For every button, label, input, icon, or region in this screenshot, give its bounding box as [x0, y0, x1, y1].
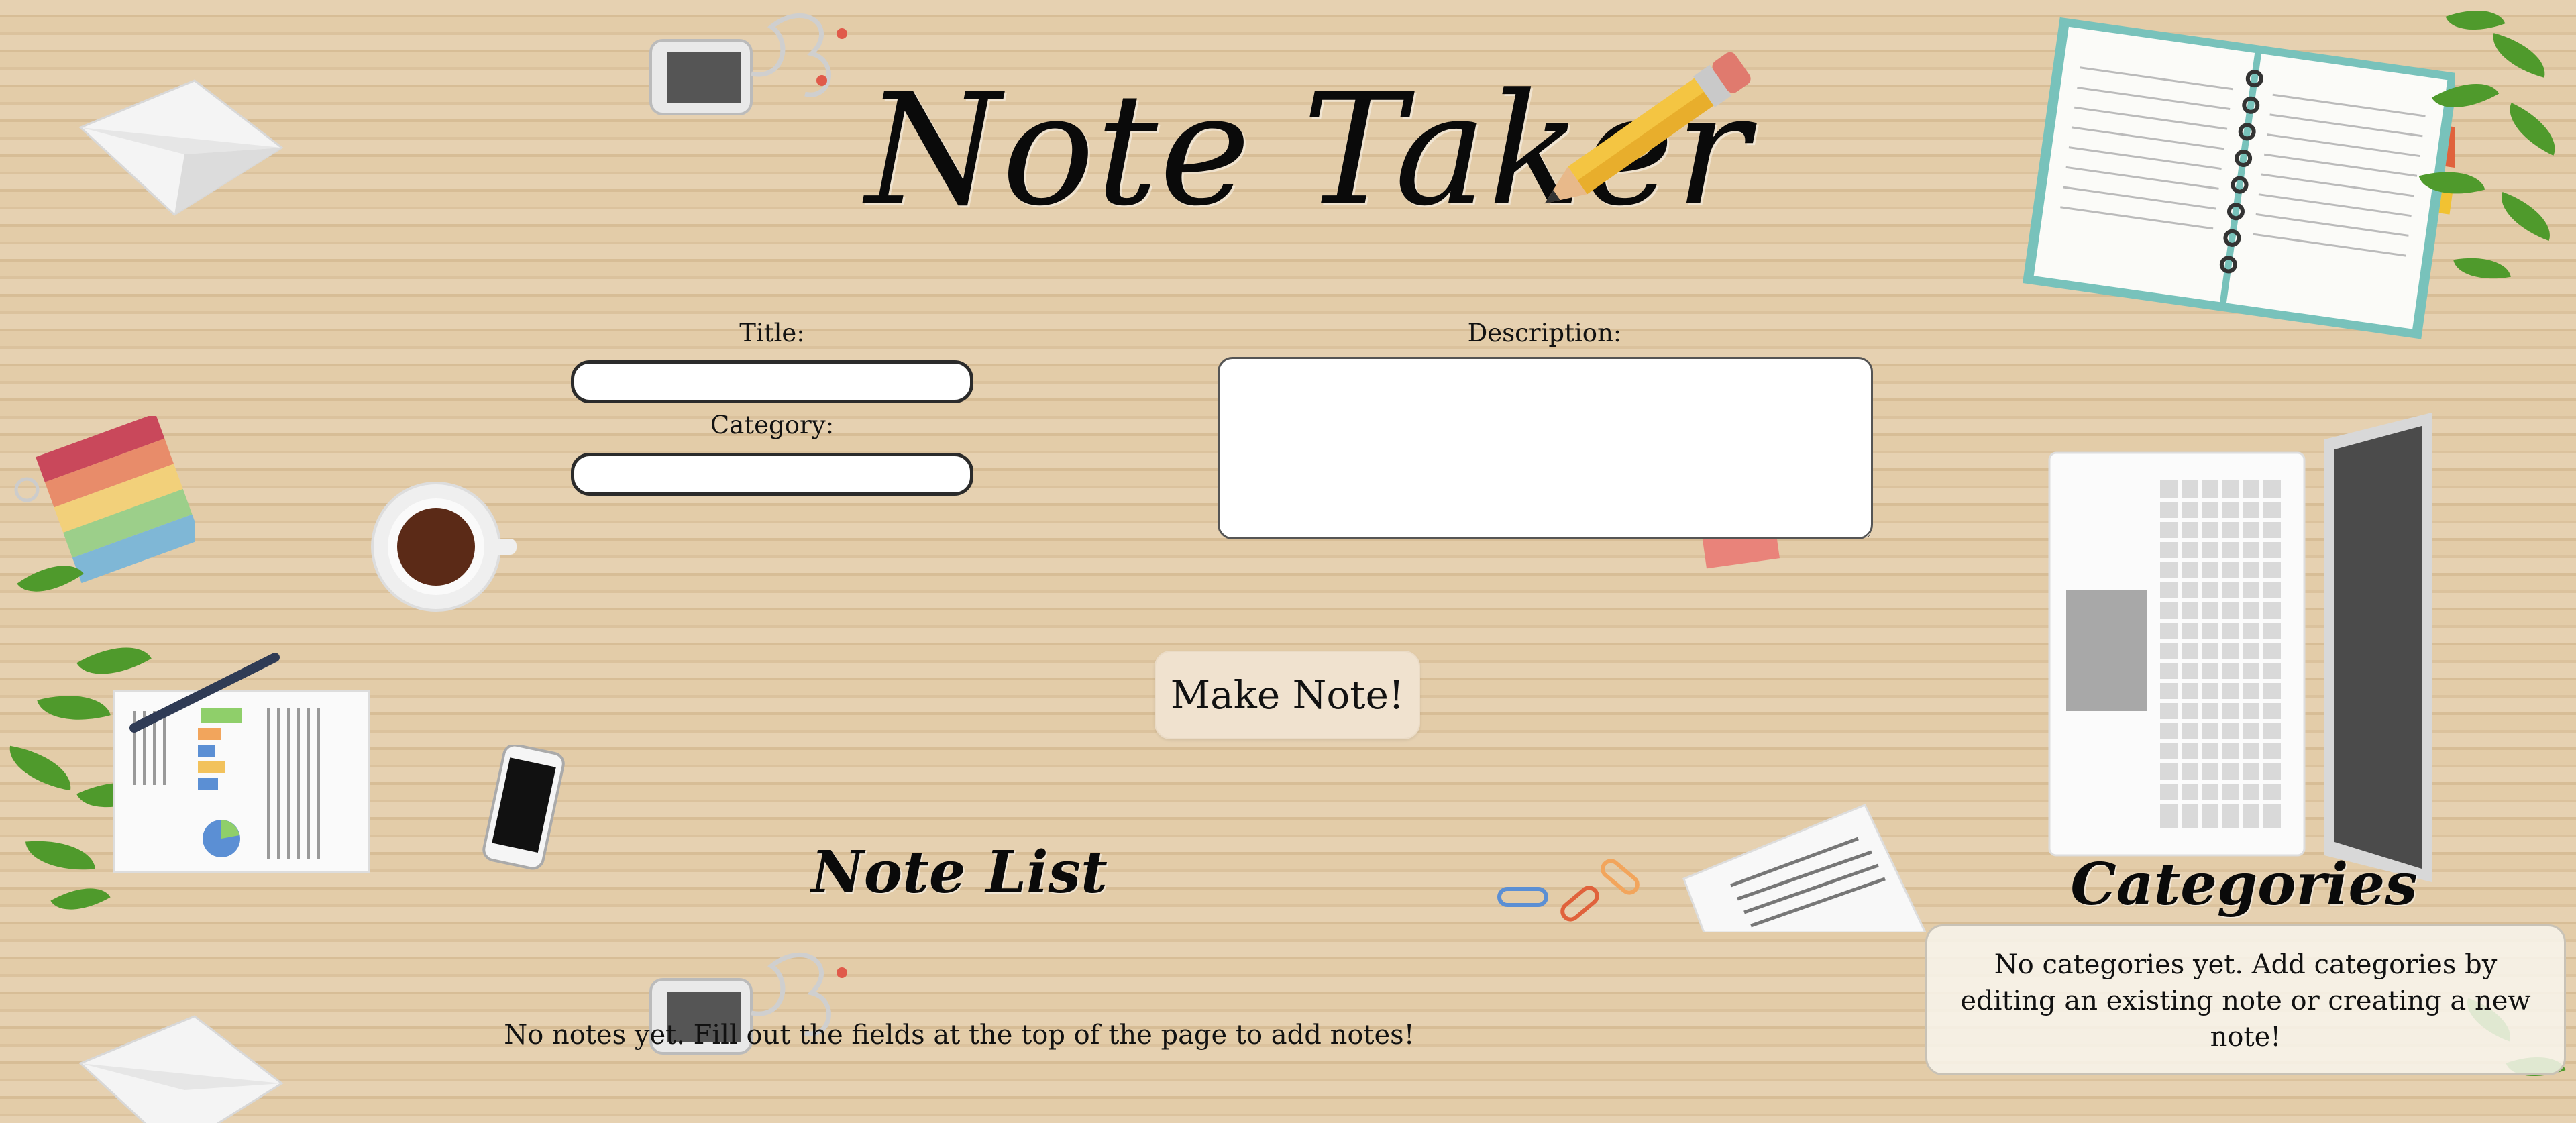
earphones-icon: [649, 952, 847, 1055]
paperclips-icon: [1497, 859, 1640, 922]
app-title: Note Taker: [865, 61, 1751, 240]
report-papers-icon: [113, 653, 370, 873]
make-note-button[interactable]: Make Note!: [1155, 651, 1420, 739]
laptop-icon: [2048, 413, 2432, 882]
description-textarea[interactable]: [1218, 357, 1873, 539]
coffee-cup-icon: [371, 482, 517, 612]
earphones-icon: [649, 13, 847, 115]
categories-empty-message: No categories yet. Add categories by edi…: [1960, 949, 2531, 1053]
notes-empty-message: No notes yet. Fill out the fields at the…: [504, 1020, 1415, 1051]
plant-decoration: [2408, 0, 2576, 322]
category-label: Category:: [710, 411, 835, 439]
paper-sheet-icon: [1682, 804, 1927, 932]
envelope-icon: [78, 79, 284, 216]
pencil-icon: [1544, 52, 1751, 204]
smartphone-icon: [482, 745, 565, 870]
envelope-icon: [78, 1015, 284, 1123]
category-input[interactable]: [571, 453, 973, 496]
title-label: Title:: [739, 319, 805, 347]
notebook-icon: [2023, 17, 2455, 339]
title-input[interactable]: [571, 360, 973, 403]
description-label: Description:: [1467, 319, 1622, 347]
note-list-heading: Note List: [811, 839, 1108, 906]
categories-heading: Categories: [2070, 851, 2418, 918]
categories-panel: No categories yet. Add categories by edi…: [1925, 924, 2566, 1075]
